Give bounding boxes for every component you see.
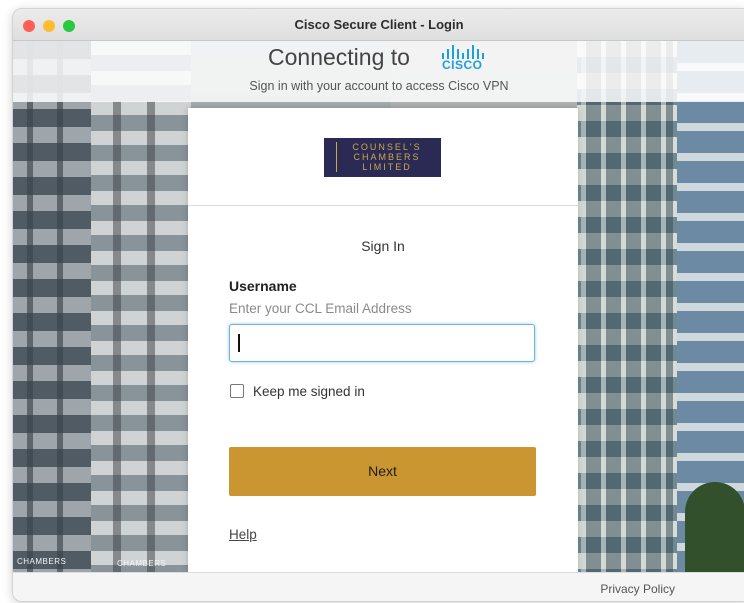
connecting-text: Connecting to xyxy=(268,44,410,70)
organization-logo: COUNSEL'S CHAMBERS LIMITED xyxy=(324,138,441,177)
connection-subtitle: Sign in with your account to access Cisc… xyxy=(249,79,509,93)
username-input[interactable] xyxy=(229,324,535,362)
connection-header: Connecting to CISCO Sign in with your ac… xyxy=(13,41,744,102)
username-label: Username xyxy=(229,278,297,294)
building-sign-left: CHAMBERS xyxy=(17,557,67,566)
username-hint: Enter your CCL Email Address xyxy=(229,301,412,316)
keep-signed-in-checkbox[interactable] xyxy=(230,384,244,398)
privacy-policy-link[interactable]: Privacy Policy xyxy=(600,582,675,596)
cisco-bars-icon xyxy=(436,44,484,59)
cisco-logo: CISCO xyxy=(436,44,484,72)
login-window: Cisco Secure Client - Login CHAMBERS CHA… xyxy=(12,8,744,602)
sign-in-title: Sign In xyxy=(361,238,405,254)
org-logo-line: COUNSEL'S xyxy=(352,142,422,152)
card-divider xyxy=(188,205,578,206)
org-logo-line: LIMITED xyxy=(362,162,412,172)
cisco-wordmark: CISCO xyxy=(442,58,483,72)
title-bar: Cisco Secure Client - Login xyxy=(13,9,744,41)
help-link[interactable]: Help xyxy=(229,527,257,542)
text-cursor xyxy=(238,334,240,352)
keep-signed-in-label[interactable]: Keep me signed in xyxy=(253,384,365,399)
building-sign-right: CHAMBERS xyxy=(117,559,167,568)
org-logo-line: CHAMBERS xyxy=(353,152,421,162)
footer-bar: Privacy Policy xyxy=(13,572,744,601)
window-title: Cisco Secure Client - Login xyxy=(294,17,464,32)
sign-in-card: COUNSEL'S CHAMBERS LIMITED Sign In Usern… xyxy=(188,108,578,573)
next-button[interactable]: Next xyxy=(229,447,536,496)
